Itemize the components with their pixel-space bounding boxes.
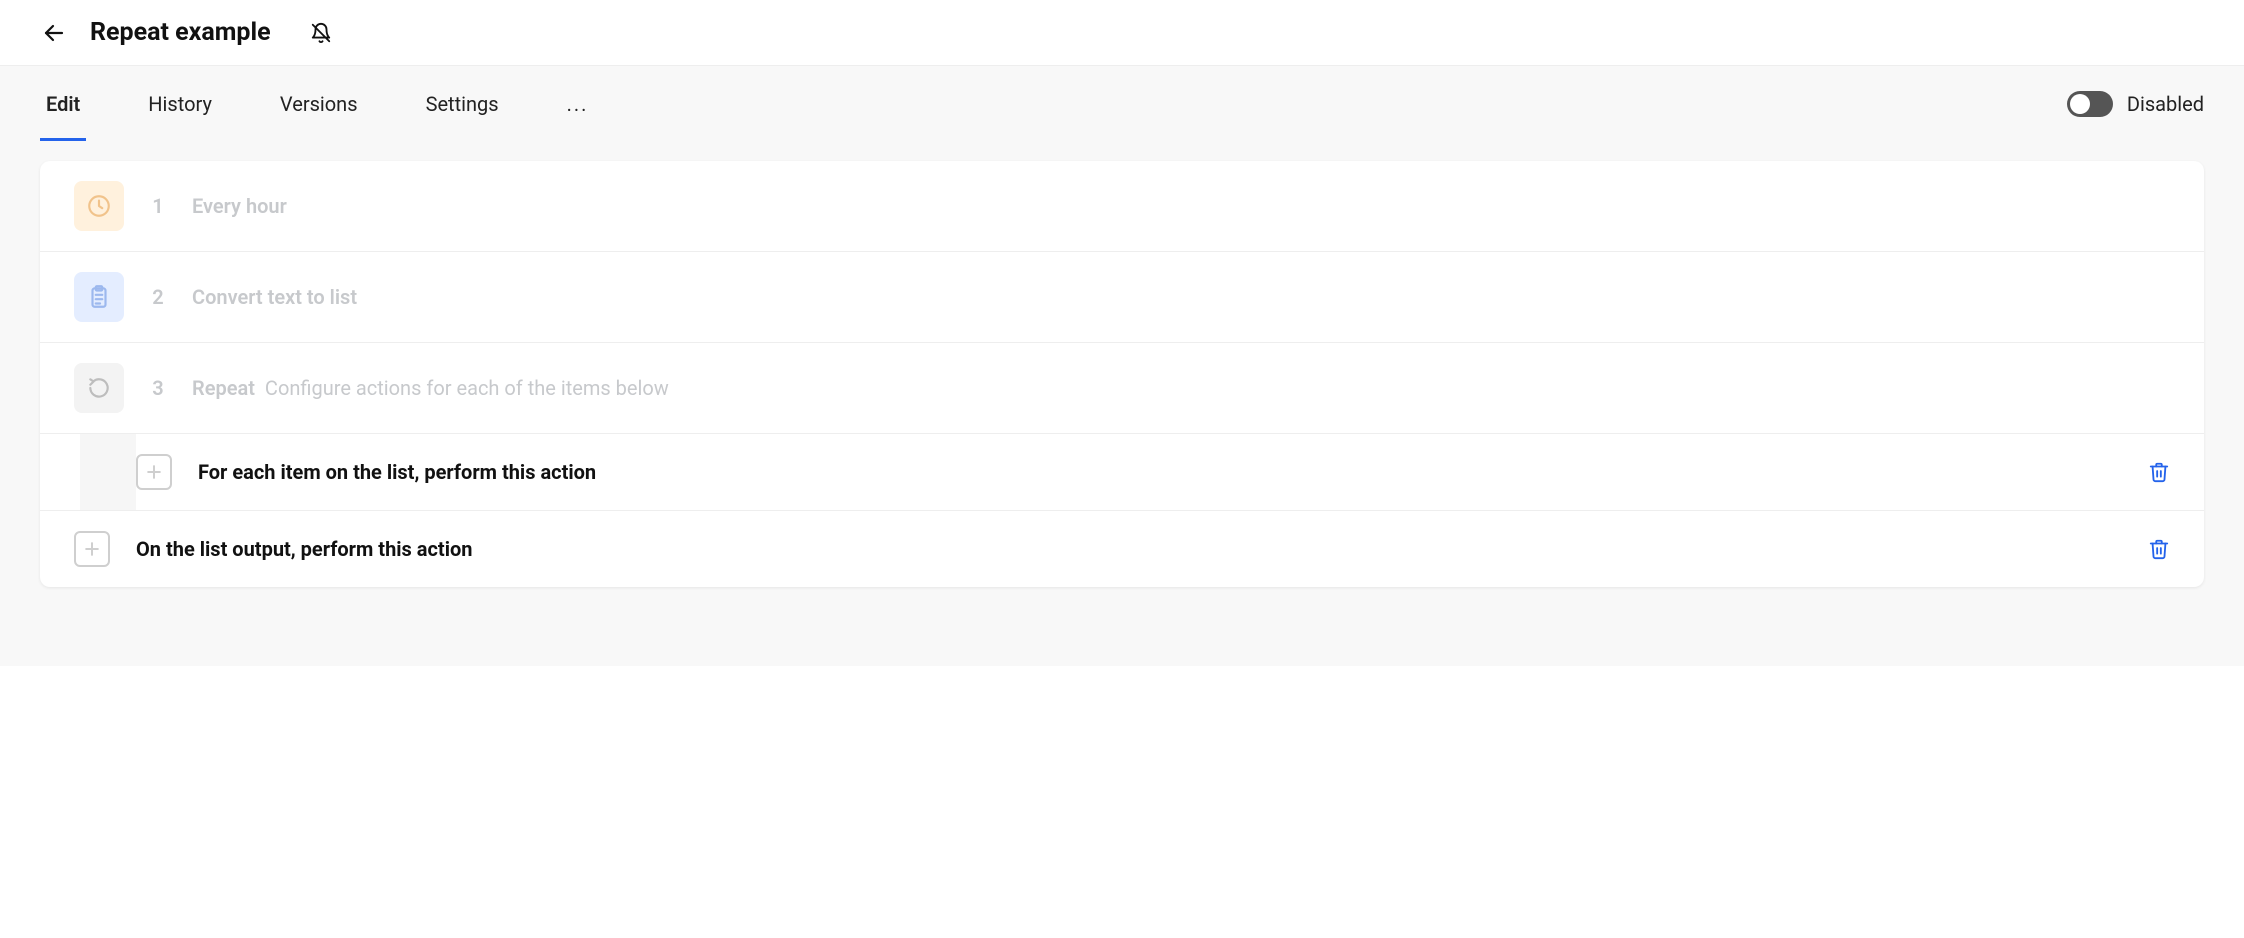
header: Repeat example: [0, 0, 2244, 66]
tab-edit[interactable]: Edit: [40, 66, 86, 141]
step-icon: [74, 272, 124, 322]
trash-icon: [2148, 461, 2170, 483]
tab-versions[interactable]: Versions: [274, 66, 364, 141]
step-number: 3: [150, 376, 166, 400]
page-body: Edit History Versions Settings ... Disab…: [0, 66, 2244, 666]
tab-settings[interactable]: Settings: [420, 66, 505, 141]
page-title: Repeat example: [90, 18, 271, 47]
repeat-icon: [86, 375, 112, 401]
step-row[interactable]: 1 Every hour: [40, 161, 2204, 252]
step-icon: [74, 363, 124, 413]
enable-toggle-wrap: Disabled: [2067, 91, 2204, 117]
plus-icon: [144, 462, 164, 482]
arrow-left-icon: [42, 21, 66, 45]
step-label: Repeat: [192, 376, 255, 400]
enable-toggle[interactable]: [2067, 91, 2113, 117]
delete-button[interactable]: [2148, 461, 2170, 483]
tabs: Edit History Versions Settings ...: [40, 66, 2055, 141]
back-button[interactable]: [40, 19, 68, 47]
step-number: 2: [150, 285, 166, 309]
delete-button[interactable]: [2148, 538, 2170, 560]
tab-history[interactable]: History: [142, 66, 218, 141]
enable-toggle-label: Disabled: [2127, 92, 2204, 116]
step-row[interactable]: 2 Convert text to list: [40, 252, 2204, 343]
tab-row: Edit History Versions Settings ... Disab…: [0, 66, 2244, 141]
add-action-button[interactable]: [74, 531, 110, 567]
step-row[interactable]: 3 Repeat Configure actions for each of t…: [40, 343, 2204, 434]
output-action-row[interactable]: On the list output, perform this action: [40, 511, 2204, 587]
bell-off-icon: [310, 22, 332, 44]
plus-icon: [82, 539, 102, 559]
clipboard-list-icon: [86, 284, 112, 310]
step-hint: Configure actions for each of the items …: [265, 376, 669, 400]
add-action-button[interactable]: [136, 454, 172, 490]
step-number: 1: [150, 194, 166, 218]
trash-icon: [2148, 538, 2170, 560]
notifications-button[interactable]: [307, 19, 335, 47]
nested-action-row[interactable]: For each item on the list, perform this …: [40, 434, 2204, 511]
workflow-card: 1 Every hour 2 Convert text to list 3 Re…: [40, 161, 2204, 587]
action-label: On the list output, perform this action: [136, 537, 473, 561]
step-label: Convert text to list: [192, 285, 357, 309]
step-icon: [74, 181, 124, 231]
tab-more[interactable]: ...: [561, 66, 595, 141]
action-label: For each item on the list, perform this …: [198, 460, 596, 484]
step-label: Every hour: [192, 194, 287, 218]
clock-icon: [86, 193, 112, 219]
